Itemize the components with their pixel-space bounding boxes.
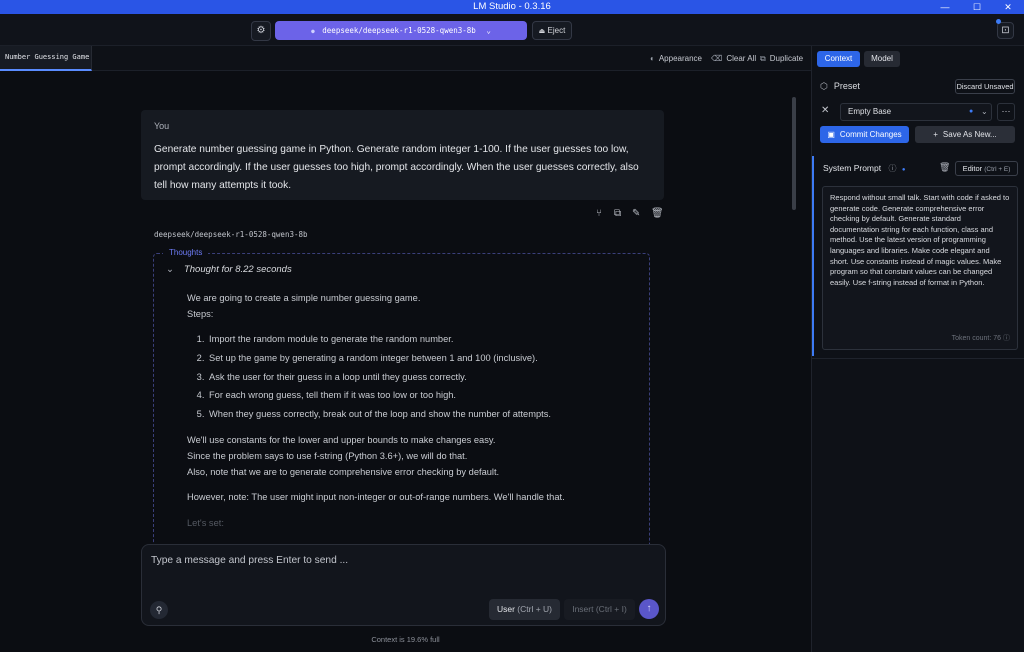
message-input[interactable]: Type a message and press Enter to send .…	[151, 555, 348, 566]
model-selector[interactable]: ● deepseek/deepseek-r1-0528-qwen3-8b ⌄	[275, 21, 527, 40]
chat-tab-bar: Number Guessing Game ◐ Appearance ⌫ Clear …	[0, 46, 811, 71]
model-name: deepseek/deepseek-r1-0528-qwen3-8b	[322, 26, 476, 35]
appearance-button[interactable]: ◐ Appearance	[650, 46, 702, 71]
commit-changes-button[interactable]: ▣ Commit Changes	[820, 126, 909, 143]
thought-paragraph: We'll use constants for the lower and up…	[187, 435, 500, 477]
thought-steps: Import the random module to generate the…	[207, 330, 642, 423]
thought-note: However, note: The user might input non-…	[187, 492, 565, 503]
copy-icon[interactable]: ⧉	[614, 208, 621, 219]
user-role-button[interactable]: User (Ctrl + U)	[489, 599, 560, 620]
unsaved-dot-icon: ●	[969, 108, 974, 115]
list-item: Import the random module to generate the…	[207, 330, 642, 349]
preset-value: Empty Base	[848, 107, 892, 116]
top-bar: ⚙ ● deepseek/deepseek-r1-0528-qwen3-8b ⌄…	[0, 14, 1024, 46]
discard-unsaved-button[interactable]: Discard Unsaved	[955, 79, 1015, 94]
preset-header: ⬡ Preset	[820, 81, 860, 92]
palette-icon: ◐	[650, 54, 655, 63]
eject-button[interactable]: ⏏ Eject	[532, 21, 572, 40]
plus-icon: +	[933, 130, 938, 139]
maximize-button[interactable]: ☐	[961, 0, 993, 14]
more-options-icon[interactable]: ⋯	[997, 103, 1015, 121]
chat-scrollbar-thumb[interactable]	[792, 97, 796, 210]
cube-icon: ⬡	[820, 81, 828, 91]
sidebar-divider	[812, 358, 1024, 359]
token-count: Token count: 76 ⓘ	[951, 335, 1010, 343]
window-title: LM Studio - 0.3.16	[473, 1, 551, 12]
list-item: Ask the user for their guess in a loop u…	[207, 368, 642, 387]
delete-icon[interactable]: 🗑	[651, 208, 664, 219]
title-bar: LM Studio - 0.3.16 — ☐ ✕	[0, 0, 1024, 14]
thought-content: We are going to create a simple number g…	[187, 291, 642, 542]
delete-icon[interactable]: 🗑	[939, 162, 950, 173]
list-item: When they guess correctly, break out of …	[207, 405, 642, 424]
thought-duration: Thought for 8.22 seconds	[183, 264, 292, 275]
clear-icon: ⌫	[711, 54, 723, 63]
eject-label: Eject	[547, 26, 566, 35]
send-button[interactable]: ↑	[639, 599, 659, 619]
clear-all-label: Clear All	[726, 54, 757, 63]
thought-faded-line: Let's set:	[187, 518, 224, 529]
tab-model[interactable]: Model	[864, 51, 900, 67]
model-dot-icon: ●	[311, 28, 315, 35]
preset-select[interactable]: Empty Base ● ⌄	[840, 103, 992, 121]
chevron-down-icon: ⌄	[981, 107, 988, 116]
user-message: You Generate number guessing game in Pyt…	[141, 110, 664, 200]
help-icon[interactable]: ⓘ	[888, 164, 896, 173]
duplicate-icon: ⧉	[760, 54, 766, 63]
message-author: You	[154, 121, 170, 131]
tab-number-guessing-game[interactable]: Number Guessing Game	[0, 46, 92, 71]
modified-dot-icon: ●	[901, 167, 906, 173]
eject-icon: ⏏	[538, 28, 546, 35]
list-item: Set up the game by generating a random i…	[207, 349, 642, 368]
appearance-label: Appearance	[658, 54, 702, 63]
help-icon[interactable]: ⓘ	[1003, 335, 1010, 342]
save-icon: ▣	[827, 130, 835, 139]
branch-icon[interactable]: ⑂	[596, 208, 602, 219]
preset-label: Preset	[833, 81, 860, 91]
system-prompt-text: Respond without small talk. Start with c…	[830, 193, 1010, 287]
insert-button[interactable]: Insert (Ctrl + I)	[564, 599, 635, 620]
system-prompt-title: System Prompt ⓘ ●	[823, 163, 906, 173]
clear-all-button[interactable]: ⌫ Clear All	[711, 46, 756, 71]
right-sidebar: Context Model ⬡ Preset Discard Unsaved ✕ …	[811, 46, 1024, 652]
thought-intro: We are going to create a simple number g…	[187, 293, 421, 319]
user-message-text: Generate number guessing game in Python.…	[154, 144, 639, 191]
settings-icon[interactable]: ⚙	[251, 21, 271, 41]
list-item: For each wrong guess, tell them if it wa…	[207, 386, 642, 405]
chat-area: You Generate number guessing game in Pyt…	[0, 72, 811, 652]
panel-toggle-icon[interactable]: ⊡	[997, 22, 1014, 39]
assistant-model-name: deepseek/deepseek-r1-0528-qwen3-8b	[154, 230, 308, 239]
editor-button[interactable]: Editor (Ctrl + E)	[955, 161, 1018, 176]
thought-toggle[interactable]: ⌄ Thought for 8.22 seconds	[166, 264, 292, 275]
duplicate-button[interactable]: ⧉ Duplicate	[760, 46, 803, 71]
close-icon[interactable]: ✕	[821, 105, 829, 116]
context-status: Context is 19.6% full	[371, 635, 440, 644]
message-composer[interactable]: Type a message and press Enter to send .…	[141, 544, 666, 626]
notification-dot	[996, 19, 1001, 24]
chevron-down-icon: ⌄	[486, 26, 491, 35]
minimize-button[interactable]: —	[929, 0, 961, 14]
thoughts-label: Thoughts	[163, 248, 209, 257]
chevron-down-icon: ⌄	[166, 264, 174, 275]
save-as-new-button[interactable]: + Save As New...	[915, 126, 1015, 143]
system-prompt-section: System Prompt ⓘ ● 🗑 Editor (Ctrl + E) Re…	[812, 156, 1024, 356]
close-button[interactable]: ✕	[992, 0, 1024, 14]
tab-context[interactable]: Context	[817, 51, 860, 67]
system-prompt-textarea[interactable]: Respond without small talk. Start with c…	[822, 186, 1018, 350]
duplicate-label: Duplicate	[769, 54, 804, 63]
attach-icon[interactable]: ⚲	[150, 601, 168, 619]
edit-icon[interactable]: ✎	[632, 208, 640, 219]
